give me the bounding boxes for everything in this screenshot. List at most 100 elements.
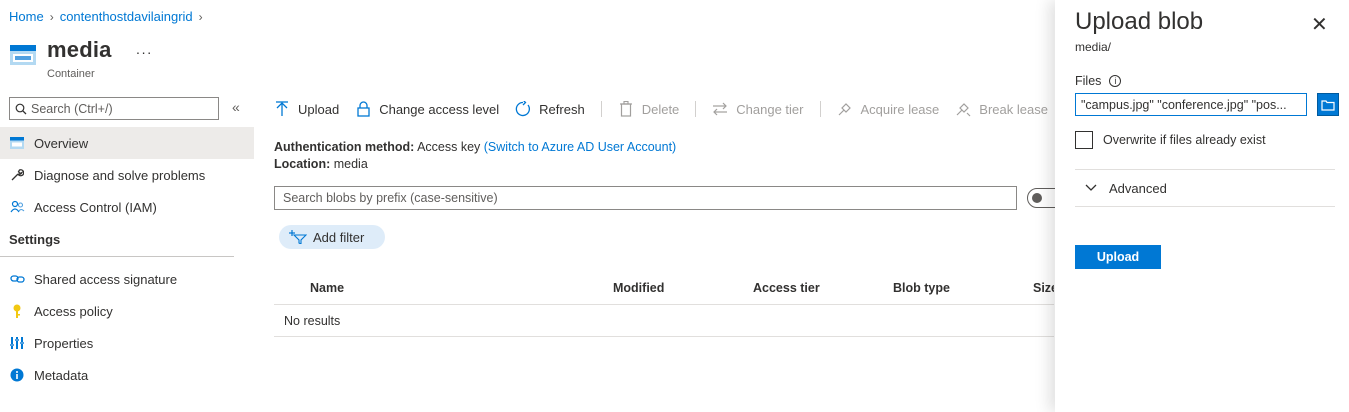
- blob-search-placeholder: Search blobs by prefix (case-sensitive): [283, 191, 498, 205]
- sidebar-item-properties[interactable]: Properties: [0, 327, 254, 359]
- container-info: Authentication method: Access key (Switc…: [274, 139, 676, 173]
- files-input[interactable]: "campus.jpg" "conference.jpg" "pos...: [1075, 93, 1307, 116]
- page-subtitle: Container: [47, 68, 95, 80]
- panel-title: Upload blob: [1075, 8, 1204, 35]
- breadcrumb-home[interactable]: Home: [9, 9, 44, 24]
- trash-icon: [618, 101, 634, 117]
- wrench-icon: [9, 167, 25, 183]
- breadcrumb-storage-account[interactable]: contenthostdavilaingrid: [60, 9, 193, 24]
- breadcrumb: Home › contenthostdavilaingrid ›: [9, 9, 203, 24]
- toolbar-divider: [600, 101, 602, 117]
- break-lease-icon: [955, 101, 971, 117]
- files-value: "campus.jpg" "conference.jpg" "pos...: [1081, 97, 1287, 112]
- upload-submit-button[interactable]: Upload: [1075, 245, 1161, 269]
- column-header-blob-type[interactable]: Blob type: [893, 281, 950, 295]
- chevron-right-icon: ›: [49, 9, 54, 24]
- overwrite-label: Overwrite if files already exist: [1103, 133, 1266, 147]
- column-header-size[interactable]: Size: [1033, 281, 1054, 295]
- toggle-knob: [1032, 193, 1042, 203]
- acquire-lease-label: Acquire lease: [860, 101, 940, 117]
- table-header: Name Modified Access tier Blob type Size: [274, 271, 1054, 305]
- acquire-lease-button[interactable]: Acquire lease: [837, 101, 940, 117]
- info-icon[interactable]: i: [1109, 75, 1122, 87]
- table-empty-row: No results: [274, 305, 1054, 337]
- browse-files-button[interactable]: [1317, 93, 1339, 116]
- swap-arrows-icon: [712, 101, 728, 117]
- location-label: Location:: [274, 157, 331, 171]
- sidebar-item-label: Shared access signature: [34, 271, 178, 287]
- change-tier-button[interactable]: Change tier: [712, 101, 804, 117]
- column-header-modified[interactable]: Modified: [613, 281, 664, 295]
- auth-method-label: Authentication method:: [274, 140, 415, 154]
- collapse-sidebar-button[interactable]: «: [232, 99, 240, 115]
- delete-label: Delete: [641, 101, 680, 117]
- auth-method-value: Access key: [417, 140, 481, 154]
- sidebar-item-metadata[interactable]: Metadata: [0, 359, 254, 391]
- blob-search-input[interactable]: Search blobs by prefix (case-sensitive): [274, 186, 1017, 210]
- upload-blob-panel: Upload blob media/ ✕ Files i "campus.jpg…: [1055, 0, 1349, 412]
- chevron-right-icon: ›: [198, 9, 203, 24]
- sidebar-item-label: Access Control (IAM): [34, 199, 157, 215]
- filter-add-icon: [289, 230, 307, 244]
- break-lease-button[interactable]: Break lease: [955, 101, 1048, 117]
- sidebar-item-label: Diagnose and solve problems: [34, 167, 206, 183]
- upload-button[interactable]: Upload: [274, 101, 339, 117]
- page-title: media: [47, 37, 112, 62]
- overwrite-checkbox[interactable]: [1075, 131, 1093, 149]
- sidebar-item-overview[interactable]: Overview: [0, 127, 254, 159]
- folder-icon: [1321, 99, 1335, 111]
- settings-section-header: Settings: [0, 223, 234, 257]
- column-header-access-tier[interactable]: Access tier: [753, 281, 820, 295]
- advanced-label: Advanced: [1109, 180, 1167, 196]
- close-icon[interactable]: ✕: [1311, 12, 1328, 37]
- sidebar-search-placeholder: Search (Ctrl+/): [31, 101, 113, 116]
- sidebar-item-label: Access policy: [34, 303, 113, 319]
- chevron-down-icon: [1085, 184, 1097, 192]
- break-lease-label: Break lease: [979, 101, 1048, 117]
- upload-icon: [274, 101, 290, 117]
- container-icon: [10, 45, 36, 65]
- people-icon: [9, 199, 25, 215]
- change-access-level-label: Change access level: [379, 101, 500, 117]
- files-label: Files i: [1075, 74, 1122, 88]
- add-filter-label: Add filter: [313, 229, 365, 245]
- info-icon: [9, 367, 25, 383]
- refresh-label: Refresh: [539, 101, 585, 117]
- files-label-text: Files: [1075, 74, 1102, 88]
- change-tier-label: Change tier: [736, 101, 804, 117]
- panel-path: media/: [1075, 40, 1112, 54]
- sidebar-search-input[interactable]: Search (Ctrl+/): [9, 97, 219, 120]
- more-options-button[interactable]: ···: [136, 44, 153, 60]
- delete-button[interactable]: Delete: [618, 101, 680, 117]
- lease-icon: [837, 101, 853, 117]
- lock-icon: [355, 101, 371, 117]
- refresh-icon: [515, 101, 531, 117]
- blob-table: Name Modified Access tier Blob type Size…: [274, 271, 1054, 337]
- column-header-name[interactable]: Name: [310, 281, 344, 295]
- location-value: media: [333, 157, 368, 171]
- upload-label: Upload: [298, 101, 340, 117]
- sidebar-item-diagnose[interactable]: Diagnose and solve problems: [0, 159, 254, 191]
- sidebar-item-label: Metadata: [34, 367, 89, 383]
- change-access-level-button[interactable]: Change access level: [355, 101, 499, 117]
- sidebar-item-label: Properties: [34, 335, 94, 351]
- search-icon: [15, 103, 27, 114]
- page-header: media Container ···: [9, 38, 153, 80]
- toolbar-divider: [695, 101, 697, 117]
- sidebar-item-access-control[interactable]: Access Control (IAM): [0, 191, 254, 223]
- refresh-button[interactable]: Refresh: [515, 101, 585, 117]
- link-icon: [9, 271, 25, 287]
- sidebar-nav: Overview Diagnose and solve problems Acc…: [0, 127, 254, 391]
- advanced-section-toggle[interactable]: Advanced: [1075, 169, 1335, 207]
- properties-icon: [9, 335, 25, 351]
- toolbar-divider: [819, 101, 821, 117]
- empty-message: No results: [284, 313, 341, 328]
- switch-auth-link[interactable]: (Switch to Azure AD User Account): [484, 140, 676, 154]
- add-filter-button[interactable]: Add filter: [279, 225, 385, 249]
- command-bar: Upload Change access level Refresh Delet…: [274, 97, 1064, 121]
- key-icon: [9, 303, 25, 319]
- container-icon: [9, 135, 25, 151]
- sidebar-item-shared-access-signature[interactable]: Shared access signature: [0, 263, 254, 295]
- sidebar-item-access-policy[interactable]: Access policy: [0, 295, 254, 327]
- overwrite-option[interactable]: Overwrite if files already exist: [1075, 131, 1266, 149]
